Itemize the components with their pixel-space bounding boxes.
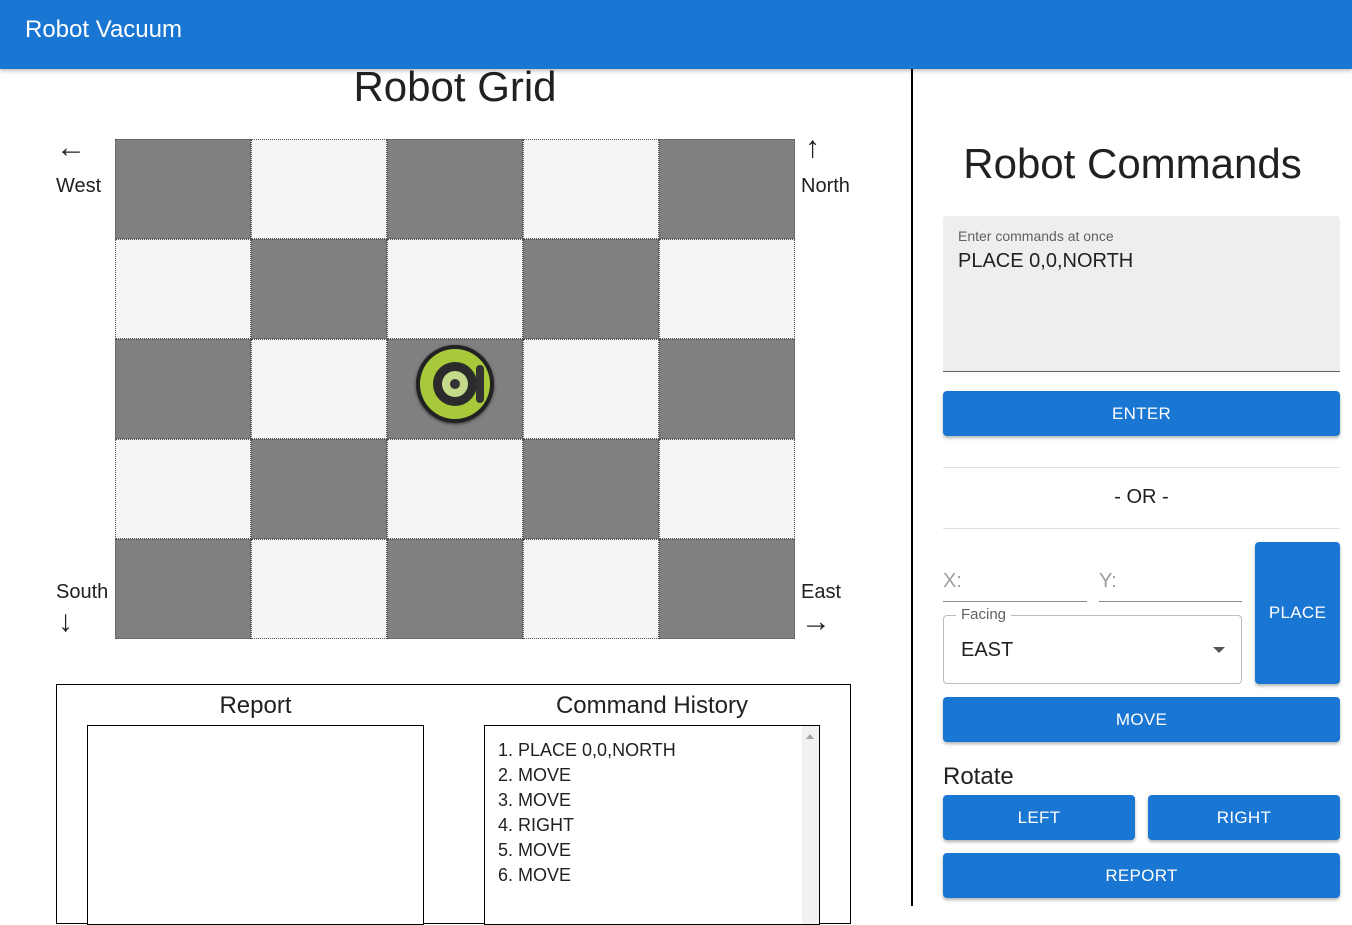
x-input-label: X: — [943, 570, 962, 592]
grid-cell — [659, 139, 795, 239]
grid-cell — [387, 439, 523, 539]
grid-cell — [387, 539, 523, 639]
east-arrow-icon: → — [801, 605, 831, 638]
x-input[interactable]: X: — [943, 570, 1087, 602]
robot-vacuum-icon — [416, 345, 494, 423]
vertical-divider — [911, 69, 913, 906]
grid-cell — [387, 139, 523, 239]
grid-cell — [251, 339, 387, 439]
command-history-list[interactable]: 1. PLACE 0,0,NORTH 2. MOVE 3. MOVE 4. RIGHT… — [484, 725, 820, 925]
grid-cell — [251, 539, 387, 639]
grid-title: Robot Grid — [353, 63, 557, 110]
report-button[interactable]: REPORT — [943, 853, 1340, 898]
y-input[interactable]: Y: — [1099, 570, 1242, 602]
facing-value: EAST — [961, 639, 1014, 661]
history-item: 5. MOVE — [498, 840, 572, 860]
grid-cell — [387, 239, 523, 339]
grid-cell — [251, 139, 387, 239]
history-item: 6. MOVE — [498, 865, 572, 885]
south-arrow-icon: ↓ — [58, 605, 73, 638]
east-label: East — [801, 581, 842, 603]
grid-cell — [523, 239, 659, 339]
grid-cell — [659, 339, 795, 439]
divider-top — [943, 467, 1340, 468]
commands-title: Robot Commands — [963, 140, 1302, 187]
grid-cell — [523, 339, 659, 439]
grid-cell — [251, 439, 387, 539]
west-arrow-icon: ← — [56, 131, 86, 164]
rotate-label: Rotate — [943, 763, 1014, 790]
app-title: Robot Vacuum — [25, 16, 182, 43]
facing-select[interactable]: Facing EAST — [943, 607, 1242, 684]
north-arrow-icon: ↑ — [805, 131, 820, 164]
right-button[interactable]: RIGHT — [1148, 795, 1340, 840]
history-item: 4. RIGHT — [498, 815, 575, 835]
history-item: 1. PLACE 0,0,NORTH — [498, 740, 676, 760]
history-items: 1. PLACE 0,0,NORTH 2. MOVE 3. MOVE 4. RIGHT… — [498, 738, 676, 888]
history-title: Command History — [555, 692, 749, 719]
commands-textarea-label: Enter commands at once — [958, 228, 1114, 244]
left-button[interactable]: LEFT — [943, 795, 1135, 840]
grid-cell — [115, 339, 251, 439]
grid-cell — [115, 539, 251, 639]
grid-cell — [251, 239, 387, 339]
south-label: South — [56, 581, 109, 603]
grid-cell — [115, 239, 251, 339]
divider-bottom — [943, 528, 1340, 529]
move-button[interactable]: MOVE — [943, 697, 1340, 742]
or-separator: - OR - — [1114, 486, 1169, 508]
grid-cell — [659, 439, 795, 539]
facing-label: Facing — [956, 607, 1012, 623]
report-output — [87, 725, 424, 925]
report-title: Report — [219, 692, 292, 719]
grid-cell — [659, 539, 795, 639]
history-item: 2. MOVE — [498, 765, 572, 785]
chevron-down-icon[interactable] — [1213, 647, 1225, 653]
commands-textarea[interactable]: Enter commands at once PLACE 0,0,NORTH — [943, 216, 1340, 372]
grid-cell — [659, 239, 795, 339]
scroll-up-icon[interactable] — [806, 734, 814, 739]
history-item: 3. MOVE — [498, 790, 572, 810]
commands-textarea-value[interactable]: PLACE 0,0,NORTH — [958, 250, 1133, 273]
grid-cell — [523, 139, 659, 239]
app-bar: Robot Vacuum — [0, 0, 1352, 69]
y-input-label: Y: — [1099, 570, 1117, 592]
grid-cell — [523, 439, 659, 539]
enter-button[interactable]: ENTER — [943, 391, 1340, 436]
grid-cell — [115, 439, 251, 539]
grid-cell — [115, 139, 251, 239]
north-label: North — [801, 175, 850, 197]
history-scrollbar[interactable] — [802, 726, 819, 924]
place-button[interactable]: PLACE — [1255, 542, 1340, 684]
west-label: West — [56, 175, 102, 197]
grid-cell — [523, 539, 659, 639]
